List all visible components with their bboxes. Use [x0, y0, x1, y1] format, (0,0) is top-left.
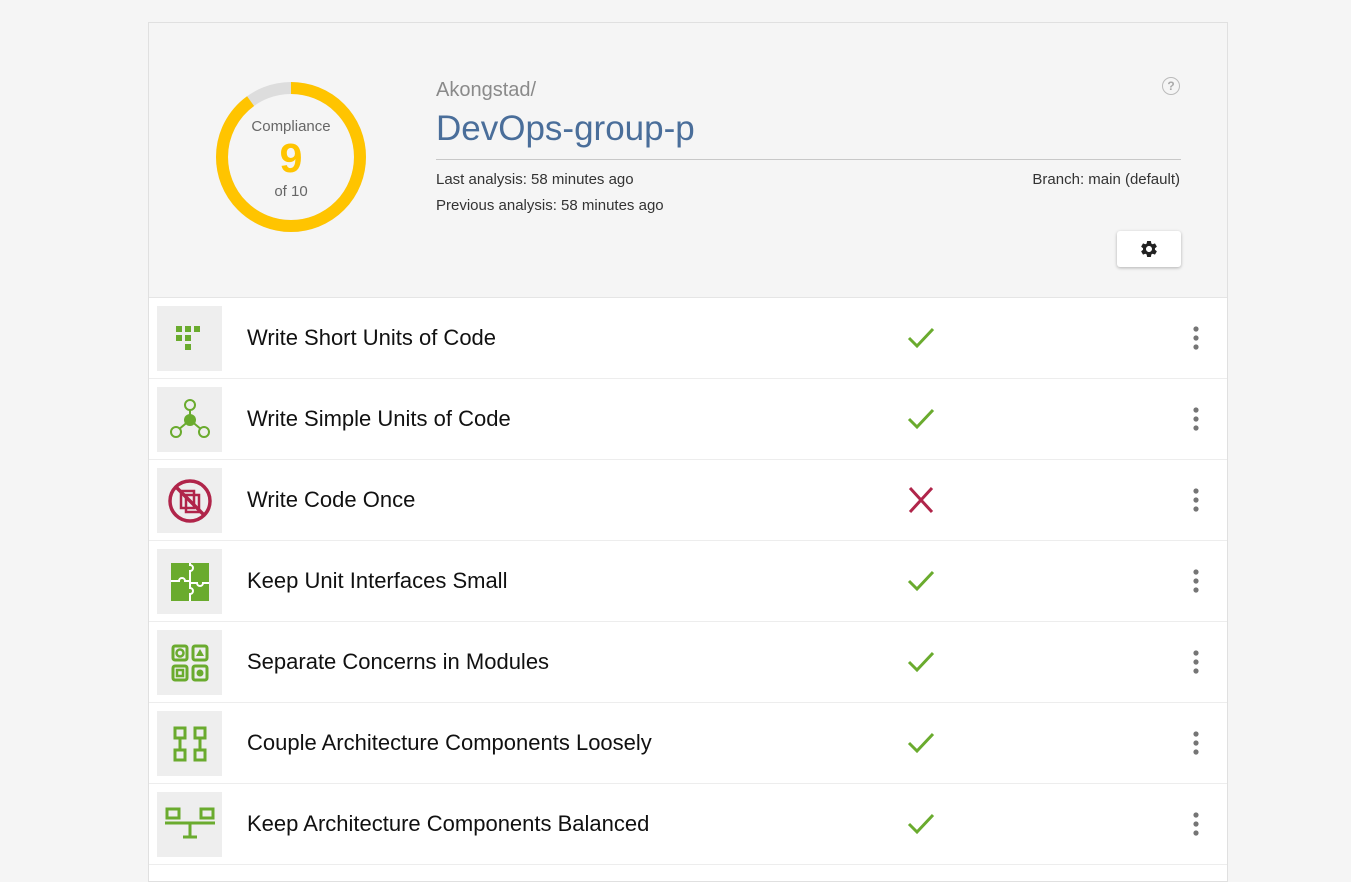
compliance-score: 9: [279, 135, 303, 181]
settings-button[interactable]: [1117, 231, 1181, 267]
check-icon: [905, 728, 937, 758]
guideline-row[interactable]: Couple Architecture Components Loosely: [149, 703, 1227, 784]
branch-info: Branch: main (default): [1032, 171, 1180, 188]
repository-card: Compliance 9 of 10 Akongstad/ DevOps-gro…: [148, 22, 1228, 882]
check-icon: [905, 647, 937, 677]
more-options-icon[interactable]: [1184, 324, 1208, 352]
repository-header: Compliance 9 of 10 Akongstad/ DevOps-gro…: [149, 23, 1227, 298]
more-options-icon[interactable]: [1184, 486, 1208, 514]
guideline-row[interactable]: Separate Concerns in Modules: [149, 622, 1227, 703]
modules-icon: [157, 630, 222, 695]
guideline-title[interactable]: Write Short Units of Code: [247, 298, 496, 378]
more-options-icon[interactable]: [1184, 405, 1208, 433]
compliance-max: of 10: [274, 183, 308, 200]
help-icon[interactable]: ?: [1162, 77, 1180, 95]
guideline-list: Write Short Units of Code Write Simple Un…: [149, 298, 1227, 865]
no-duplication-icon: [157, 468, 222, 533]
guideline-title[interactable]: Write Code Once: [247, 460, 415, 540]
guideline-row[interactable]: Write Simple Units of Code: [149, 379, 1227, 460]
check-icon: [905, 809, 937, 839]
compliance-gauge: Compliance 9 of 10: [215, 81, 367, 233]
header-divider: [436, 159, 1181, 160]
guideline-title[interactable]: Keep Architecture Components Balanced: [247, 784, 649, 864]
repository-name[interactable]: DevOps-group-p: [436, 109, 695, 149]
more-options-icon[interactable]: [1184, 567, 1208, 595]
loose-coupling-icon: [157, 711, 222, 776]
more-options-icon[interactable]: [1184, 648, 1208, 676]
gear-icon: [1141, 240, 1157, 257]
guideline-title[interactable]: Separate Concerns in Modules: [247, 622, 549, 702]
check-icon: [905, 566, 937, 596]
puzzle-icon: [157, 549, 222, 614]
guideline-row[interactable]: Keep Unit Interfaces Small: [149, 541, 1227, 622]
check-icon: [905, 404, 937, 434]
guideline-row[interactable]: Write Short Units of Code: [149, 298, 1227, 379]
guideline-title[interactable]: Keep Unit Interfaces Small: [247, 541, 507, 621]
cross-icon: [905, 485, 937, 515]
more-options-icon[interactable]: [1184, 810, 1208, 838]
guideline-title[interactable]: Write Simple Units of Code: [247, 379, 511, 459]
previous-analysis: Previous analysis: 58 minutes ago: [436, 197, 664, 214]
guideline-row[interactable]: Write Code Once: [149, 460, 1227, 541]
balance-icon: [157, 792, 222, 857]
last-analysis: Last analysis: 58 minutes ago: [436, 171, 634, 188]
guideline-row[interactable]: Keep Architecture Components Balanced: [149, 784, 1227, 865]
repository-owner[interactable]: Akongstad/: [436, 79, 536, 102]
check-icon: [905, 323, 937, 353]
short-units-icon: [157, 306, 222, 371]
simple-units-icon: [157, 387, 222, 452]
more-options-icon[interactable]: [1184, 729, 1208, 757]
guideline-title[interactable]: Couple Architecture Components Loosely: [247, 703, 652, 783]
